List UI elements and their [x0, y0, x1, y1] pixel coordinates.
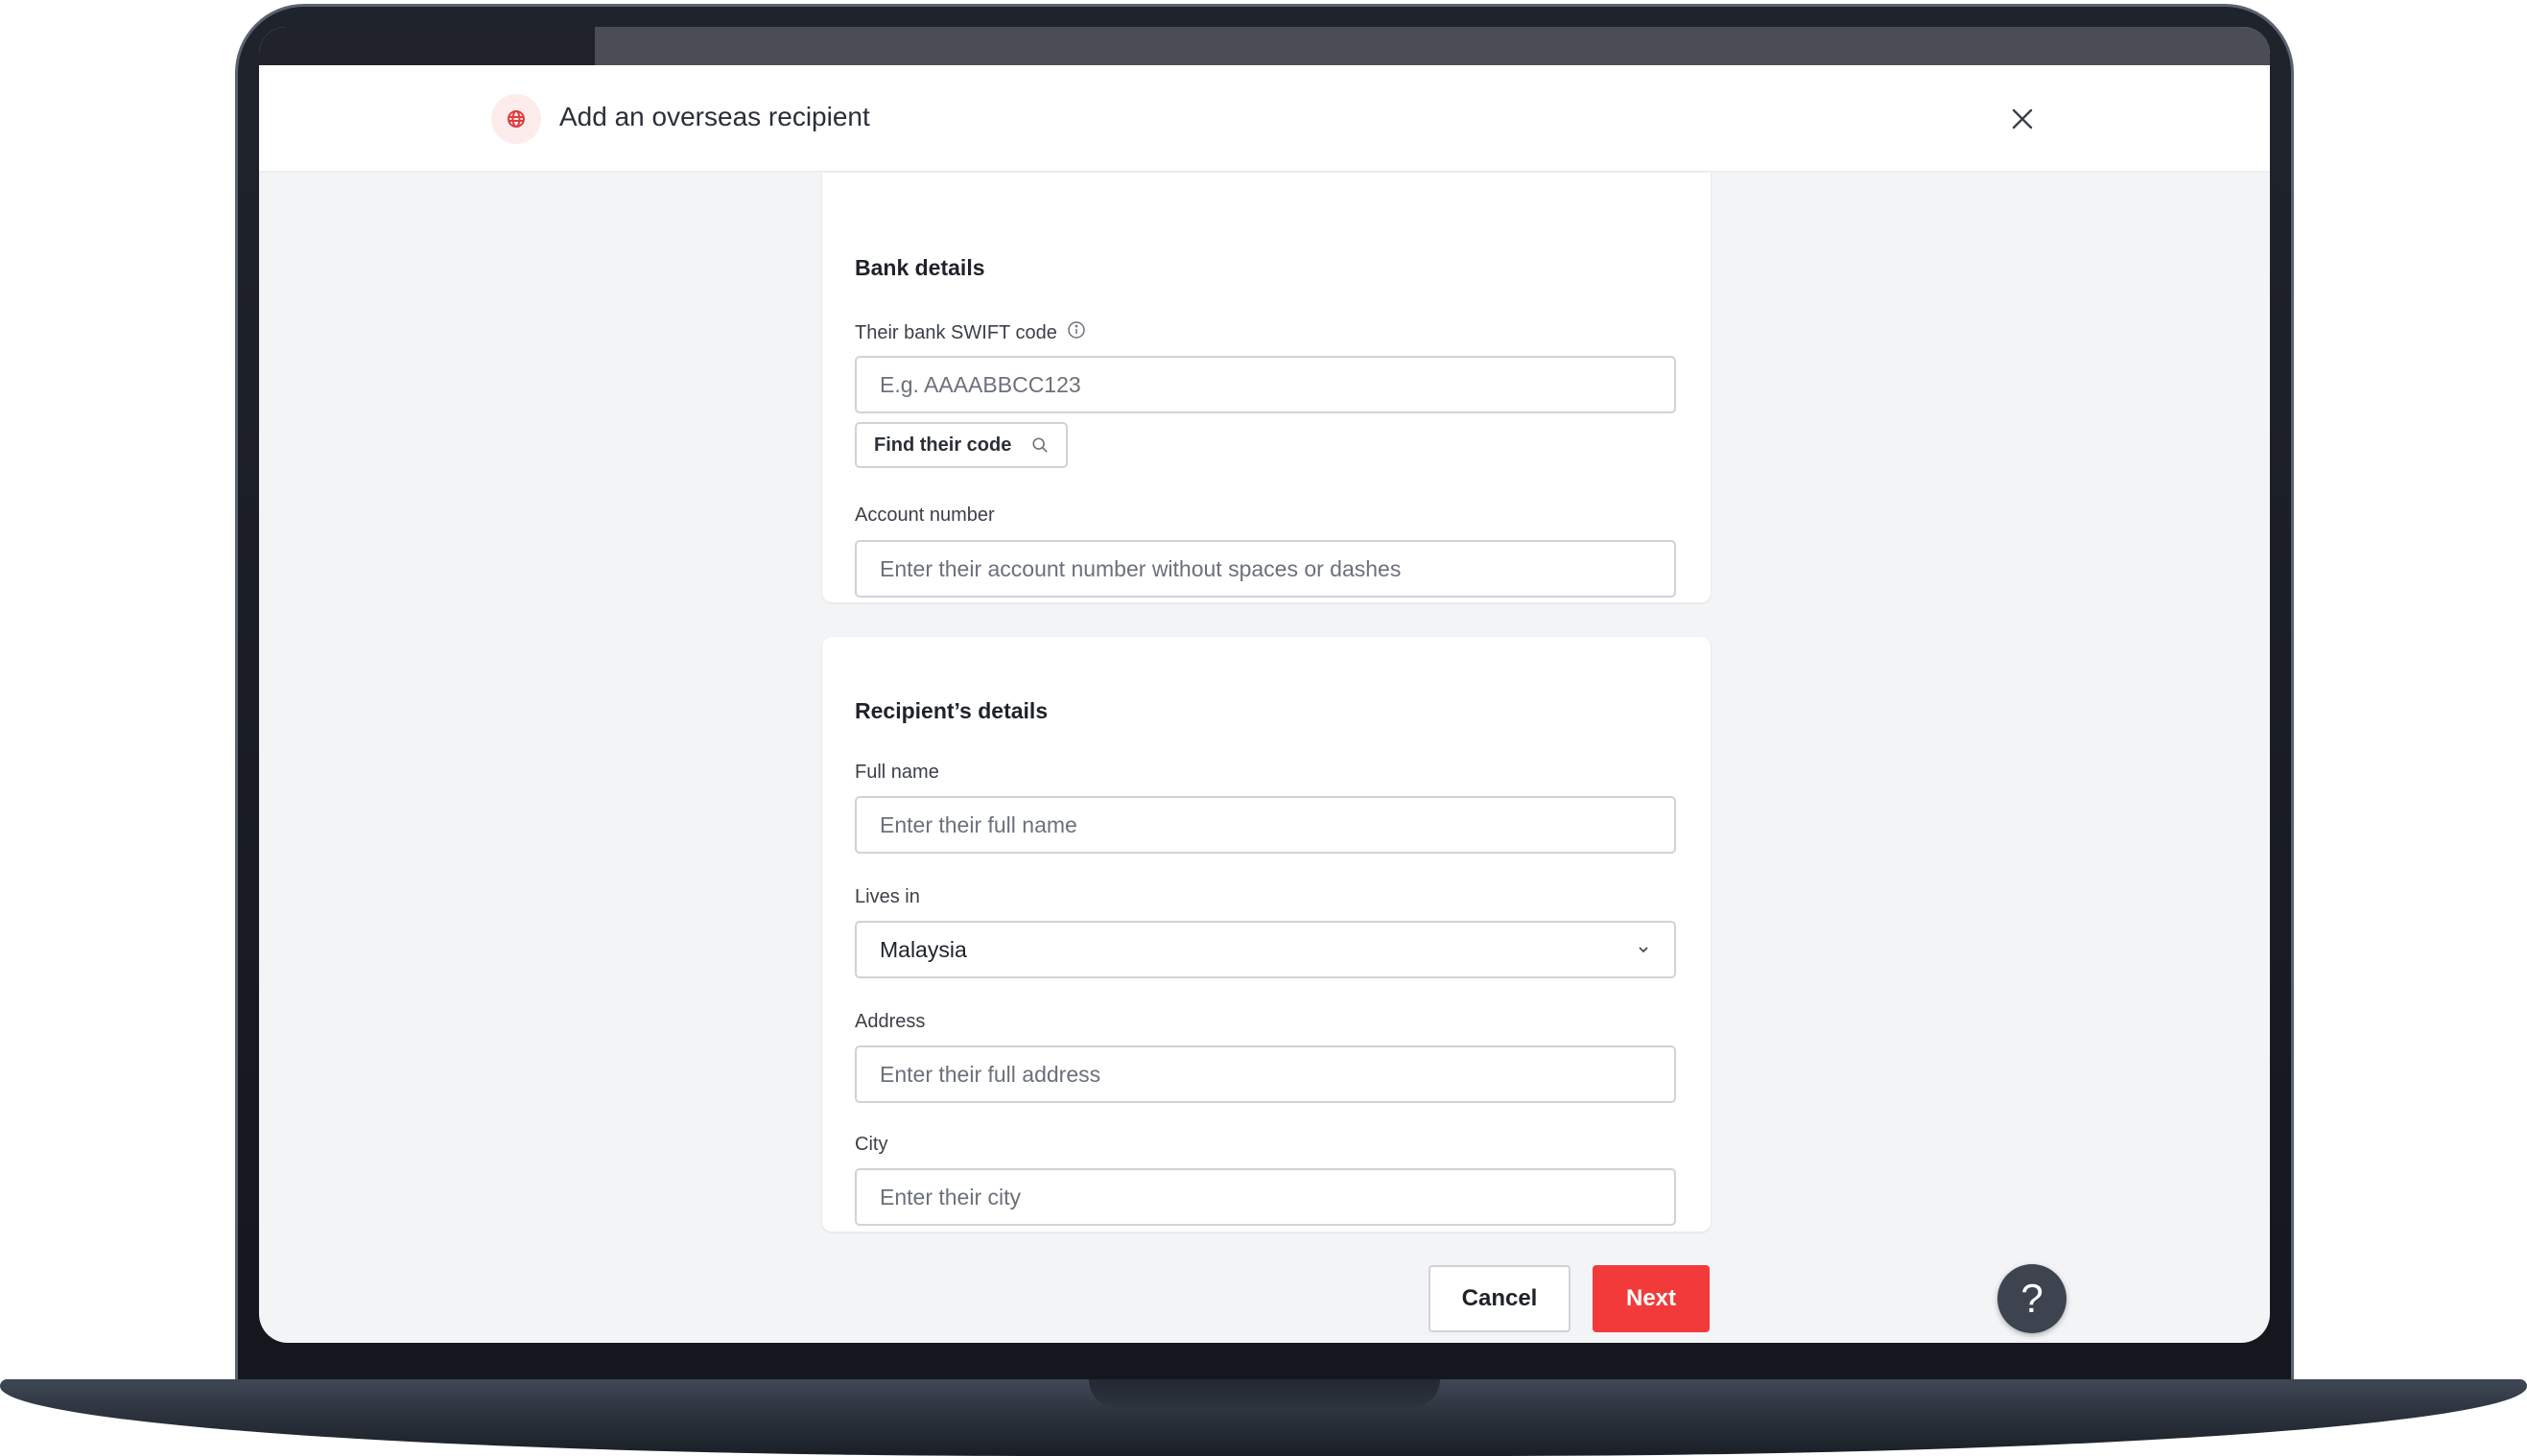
lives-in-label: Lives in	[855, 886, 920, 907]
recipient-details-card: Recipient’s details Full name Lives in M…	[822, 637, 1711, 1232]
globe-icon	[491, 94, 541, 144]
account-number-input[interactable]	[855, 540, 1676, 598]
city-input[interactable]	[855, 1168, 1676, 1226]
recipient-details-title: Recipient’s details	[855, 698, 1049, 723]
swift-code-input[interactable]	[855, 356, 1676, 413]
chevron-down-icon	[1639, 947, 1648, 953]
modal-title: Add an overseas recipient	[559, 102, 870, 131]
address-label: Address	[855, 1011, 926, 1032]
modal-header: Add an overseas recipient	[259, 65, 2270, 173]
bank-details-title: Bank details	[855, 255, 985, 280]
full-name-input[interactable]	[855, 796, 1676, 854]
city-label: City	[855, 1134, 888, 1155]
bank-details-card: Bank details Their bank SWIFT code Find …	[822, 173, 1711, 602]
laptop-notch	[1089, 1379, 1440, 1408]
lives-in-select[interactable]: Malaysia	[855, 921, 1676, 978]
screen-bezel	[259, 1343, 2270, 1379]
app-screen: Add an overseas recipient Bank details T…	[259, 27, 2270, 1343]
find-code-button[interactable]: Find their code	[855, 422, 1068, 468]
background-topbar	[259, 27, 595, 65]
help-button[interactable]: ?	[1997, 1264, 2066, 1333]
full-name-label: Full name	[855, 762, 939, 783]
help-icon: ?	[2020, 1276, 2043, 1321]
background-overlay-bar	[595, 27, 2270, 65]
address-input[interactable]	[855, 1045, 1676, 1103]
cancel-button[interactable]: Cancel	[1429, 1265, 1571, 1332]
account-number-label: Account number	[855, 505, 995, 526]
close-icon	[2012, 108, 2033, 129]
lives-in-value: Malaysia	[880, 936, 967, 962]
swift-code-label-text: Their bank SWIFT code	[855, 321, 1057, 343]
swift-code-label: Their bank SWIFT code	[855, 320, 1086, 345]
find-code-label: Find their code	[874, 434, 1012, 456]
info-icon[interactable]	[1067, 320, 1086, 345]
search-icon	[1032, 437, 1048, 453]
next-button[interactable]: Next	[1593, 1265, 1710, 1332]
close-button[interactable]	[2005, 102, 2040, 136]
